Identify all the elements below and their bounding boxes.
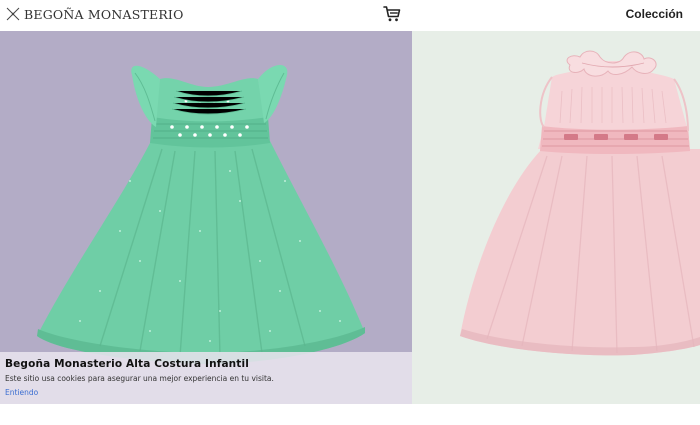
cookie-accept-link[interactable]: Entiendo [5,388,38,397]
nav-link-coleccion[interactable]: Colección [626,7,683,21]
cookie-banner: Begoña Monasterio Alta Costura Infantil … [0,352,412,404]
gallery-slide-pink-dress[interactable] [412,31,700,404]
brand-logo[interactable]: BEGOÑA MONASTERIO [5,6,184,22]
gallery-slide-green-dress[interactable] [0,31,412,404]
site-header: BEGOÑA MONASTERIO Colección [0,0,700,31]
needle-cross-icon [6,7,20,21]
cookie-banner-title: Begoña Monasterio Alta Costura Infantil [5,358,249,370]
brand-name: BEGOÑA MONASTERIO [24,6,184,22]
product-gallery [0,31,700,404]
green-dress-image [37,64,365,364]
cookie-banner-message: Este sitio usa cookies para asegurar una… [5,374,274,383]
shopping-cart-icon[interactable] [383,5,401,23]
pink-dress-image [460,50,700,356]
page-footer-strip [0,404,700,425]
